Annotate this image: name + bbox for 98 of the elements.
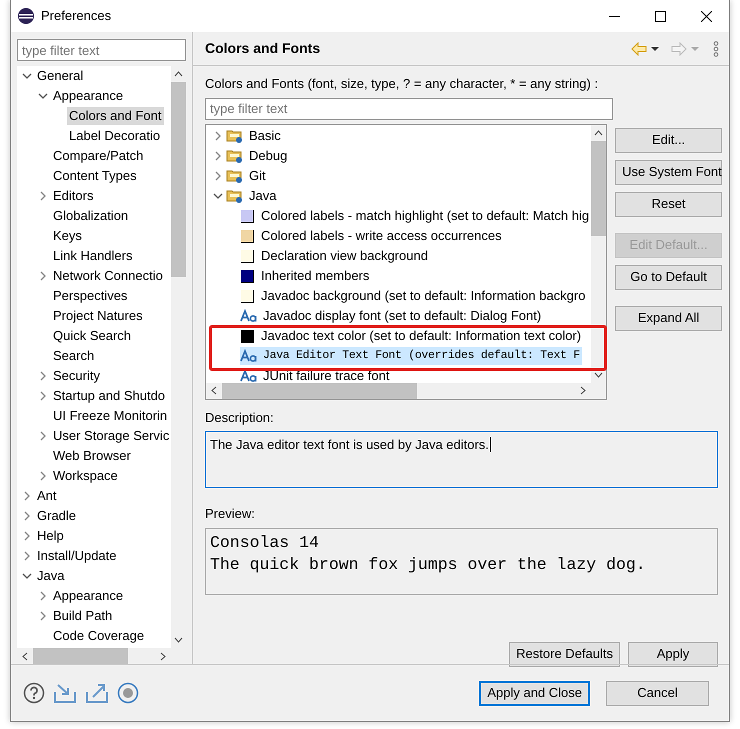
window-title: Preferences xyxy=(41,7,112,26)
tree-item[interactable]: Editors xyxy=(51,187,96,205)
eclipse-logo-icon xyxy=(17,7,35,25)
vertical-scrollbar[interactable] xyxy=(591,124,606,382)
tree-item[interactable]: Help xyxy=(35,527,66,545)
tree-item[interactable]: Appearance xyxy=(51,587,126,605)
tree-item[interactable]: Ant xyxy=(35,487,59,505)
menu-icon[interactable] xyxy=(713,40,719,56)
tree-item[interactable]: Search xyxy=(51,347,96,365)
side-button[interactable]: Reset xyxy=(615,192,722,216)
color-swatch-icon xyxy=(240,268,255,284)
chevron-right-icon[interactable] xyxy=(213,150,223,160)
font-icon xyxy=(240,368,257,382)
tree-item[interactable]: Workspace xyxy=(51,467,120,485)
tree-item[interactable]: Java xyxy=(35,567,66,585)
restore-defaults-button[interactable]: Restore Defaults xyxy=(509,642,620,666)
tree-item[interactable]: General xyxy=(35,67,86,85)
chevron-down-icon[interactable] xyxy=(22,571,32,581)
font-icon xyxy=(240,348,257,363)
tree-item[interactable]: Web Browser xyxy=(51,447,133,465)
tree-item[interactable]: Javadoc display font (set to default: Dialog Font) xyxy=(261,306,544,324)
dialog-button[interactable]: Apply and Close xyxy=(479,680,590,706)
chevron-right-icon[interactable] xyxy=(38,611,48,621)
chevron-right-icon[interactable] xyxy=(38,271,48,281)
tree-item[interactable]: Colored labels - match highlight (set to default: Match hig xyxy=(259,206,592,224)
tree-item[interactable]: Build Path xyxy=(51,607,114,625)
tree-item[interactable]: Gradle xyxy=(35,507,78,525)
maximize-icon[interactable] xyxy=(654,10,666,22)
chevron-right-icon[interactable] xyxy=(213,130,223,140)
tree-item[interactable]: Colors and Font xyxy=(67,107,164,125)
tree-item[interactable]: User Storage Servic xyxy=(51,427,171,445)
chevron-right-icon[interactable] xyxy=(38,431,48,441)
tree-item[interactable]: Keys xyxy=(51,227,84,245)
chevron-right-icon[interactable] xyxy=(22,531,32,541)
tree-item[interactable]: Compare/Patch xyxy=(51,147,146,165)
chevron-down-icon[interactable] xyxy=(22,71,32,81)
tree-item[interactable]: Debug xyxy=(247,146,290,164)
chevron-right-icon[interactable] xyxy=(22,491,32,501)
tree-item[interactable]: Install/Update xyxy=(35,547,118,565)
horizontal-scrollbar[interactable] xyxy=(206,382,606,398)
chevron-right-icon[interactable] xyxy=(38,191,48,201)
record-icon[interactable] xyxy=(117,682,139,704)
page-title: Colors and Fonts xyxy=(205,39,320,58)
tree-item[interactable]: Perspectives xyxy=(51,287,130,305)
tree-item[interactable]: Colored labels - write access occurrences xyxy=(259,226,504,244)
tree-item[interactable]: Quick Search xyxy=(51,327,134,345)
tree-item[interactable]: Startup and Shutdo xyxy=(51,387,168,405)
filter-field[interactable]: type filter text xyxy=(17,39,186,61)
color-swatch-icon xyxy=(240,248,255,264)
tree-item[interactable]: Project Natures xyxy=(51,307,145,325)
side-button[interactable]: Expand All xyxy=(615,306,722,330)
tree-item[interactable]: Label Decoratio xyxy=(67,127,162,145)
side-button[interactable]: Use System Font xyxy=(615,160,722,184)
tree-item[interactable]: Inherited members xyxy=(259,266,372,284)
side-button[interactable]: Edit... xyxy=(615,128,722,152)
tree-item[interactable]: Javadoc background (set to default: Information backgro xyxy=(259,286,588,304)
side-button[interactable]: Go to Default xyxy=(615,264,722,290)
preview-label: Preview: xyxy=(205,505,256,523)
tree-item[interactable]: Basic xyxy=(247,126,283,144)
tree-item[interactable]: Globalization xyxy=(51,207,130,225)
dialog-button[interactable]: Cancel xyxy=(606,680,709,706)
tree-item[interactable]: UI Freeze Monitorin xyxy=(51,407,170,425)
chevron-right-icon[interactable] xyxy=(22,511,32,521)
tree-item[interactable]: Declaration view background xyxy=(259,246,430,264)
tree-item[interactable]: Git xyxy=(247,166,268,184)
close-icon[interactable] xyxy=(700,10,712,22)
color-swatch-icon xyxy=(240,208,255,224)
preview-box: Consolas 14 The quick brown fox jumps over the lazy dog. xyxy=(205,528,718,594)
description-label: Description: xyxy=(205,408,275,427)
dropdown-caret-icon[interactable] xyxy=(651,46,659,50)
tree-item[interactable]: Java xyxy=(247,186,278,204)
chevron-right-icon[interactable] xyxy=(22,551,32,561)
chevron-right-icon[interactable] xyxy=(38,471,48,481)
tree-item[interactable]: Link Handlers xyxy=(51,247,134,265)
chevron-right-icon[interactable] xyxy=(38,371,48,381)
import-icon[interactable] xyxy=(53,682,77,704)
tree-item[interactable]: Content Types xyxy=(51,167,139,185)
filter-label: Colors and Fonts (font, size, type, ? = any character, * = any string) : xyxy=(205,75,600,93)
color-swatch-icon xyxy=(240,328,255,344)
filter-field[interactable]: type filter text xyxy=(205,98,613,120)
chevron-down-icon[interactable] xyxy=(213,190,223,200)
chevron-right-icon[interactable] xyxy=(213,170,223,180)
export-icon[interactable] xyxy=(85,682,109,704)
tree-item[interactable]: JUnit failure trace font xyxy=(261,366,392,382)
tree-item[interactable]: Network Connectio xyxy=(51,267,165,285)
chevron-down-icon[interactable] xyxy=(38,91,48,101)
description-text: The Java editor text font is used by Java editors. xyxy=(210,437,489,452)
color-swatch-icon xyxy=(240,288,255,304)
apply-button[interactable]: Apply xyxy=(628,642,718,666)
tree-item[interactable]: Code Coverage xyxy=(51,627,146,645)
tree-item[interactable]: Appearance xyxy=(51,87,126,105)
tree-item[interactable]: Security xyxy=(51,367,102,385)
chevron-right-icon[interactable] xyxy=(38,391,48,401)
help-icon[interactable] xyxy=(23,682,45,704)
font-icon xyxy=(240,308,257,323)
color-swatch-icon xyxy=(240,228,255,244)
tree-item[interactable]: Javadoc text color (set to default: Information text color) xyxy=(259,326,584,344)
chevron-right-icon[interactable] xyxy=(38,591,48,601)
